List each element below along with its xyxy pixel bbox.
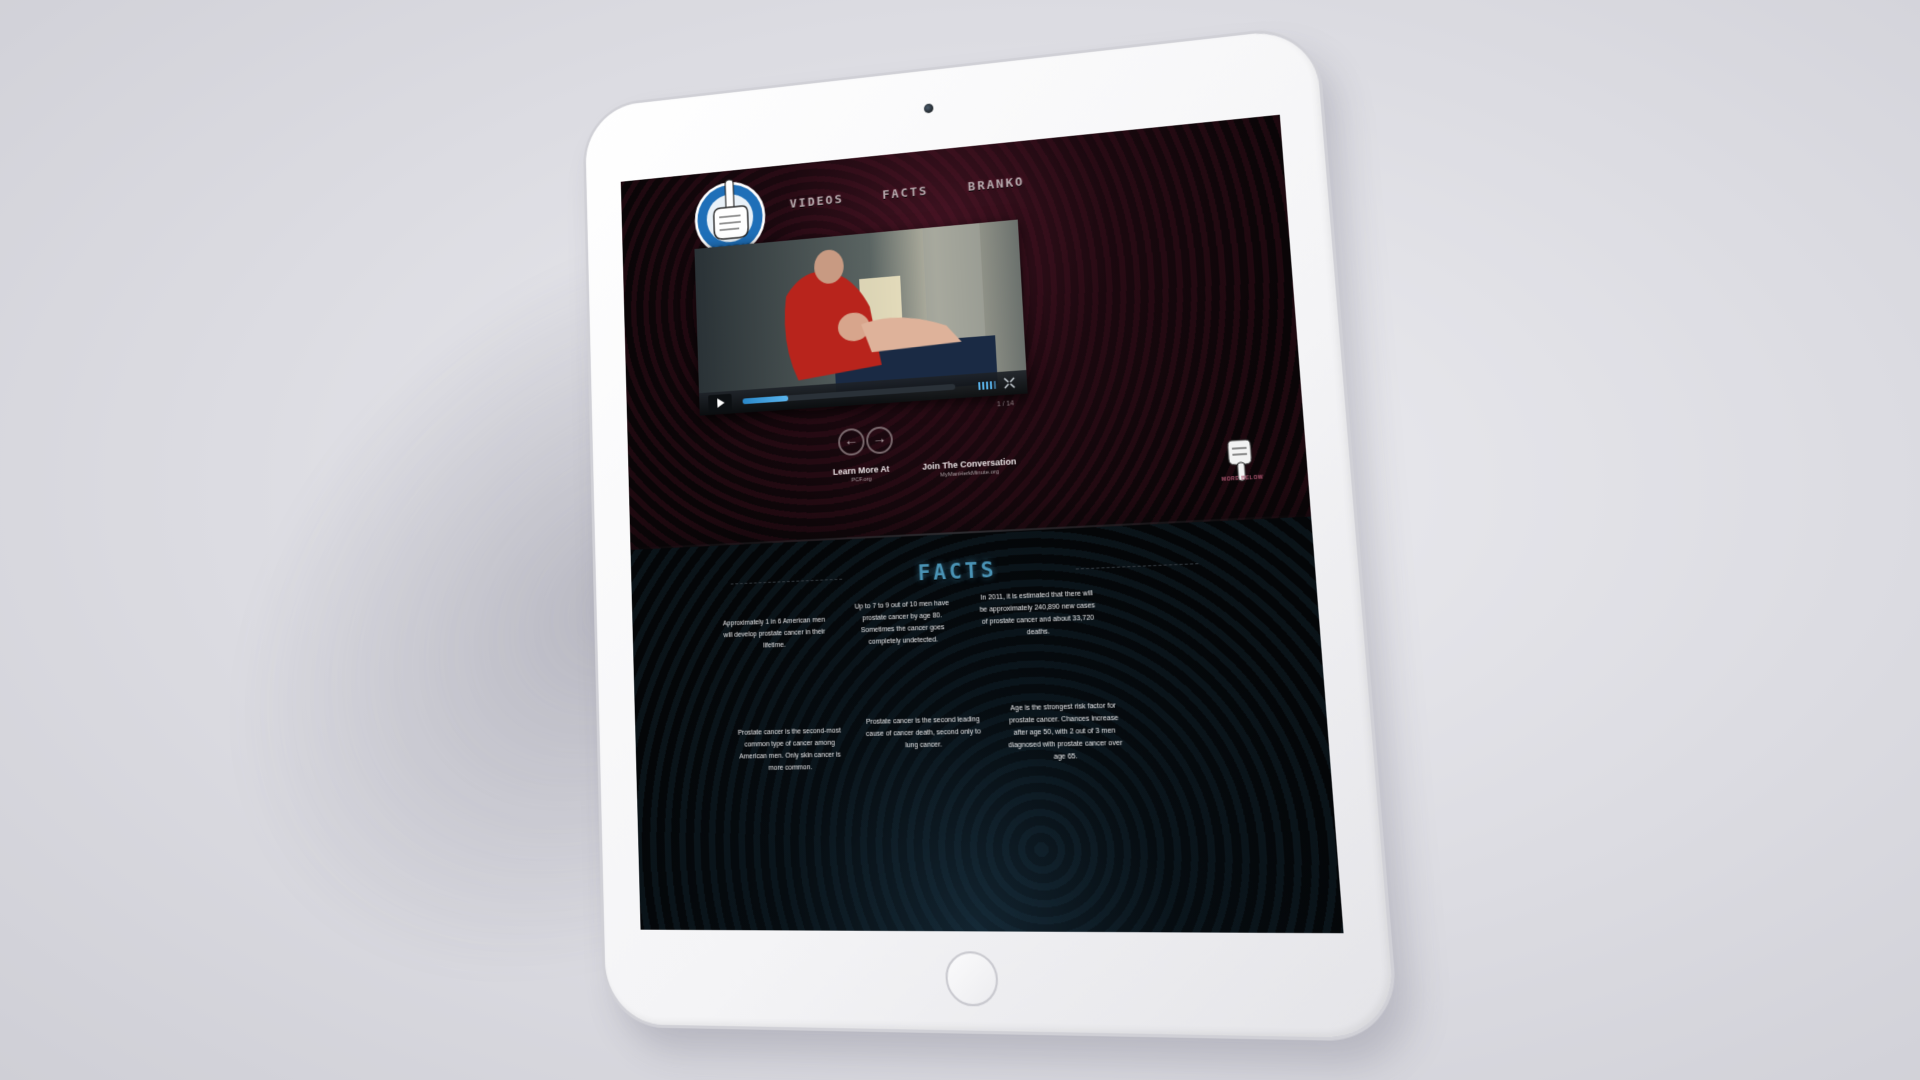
camera-icon — [923, 103, 934, 114]
fact-item: Approximately 1 in 6 American men will d… — [722, 616, 826, 650]
pointing-down-hand-icon[interactable] — [1223, 435, 1258, 494]
product-mockup: PROSTATE CZECH VIDEOS FACTS BRANKO — [0, 0, 1920, 1080]
video-player[interactable] — [694, 219, 1028, 416]
fact-item: In 2011, it is estimated that there will… — [979, 590, 1096, 637]
fact-item: Prostate cancer is the second-most commo… — [737, 727, 841, 772]
fullscreen-icon[interactable] — [1003, 377, 1015, 390]
fact-item: Age is the strongest risk factor for pro… — [1008, 702, 1123, 761]
volume-icon[interactable] — [978, 379, 998, 390]
slide-counter: 1 / 14 — [996, 400, 1015, 409]
tablet-device: PROSTATE CZECH VIDEOS FACTS BRANKO — [584, 26, 1397, 1039]
fact-item: Prostate cancer is the second leading ca… — [865, 716, 982, 750]
arrow-left-icon: ← — [843, 431, 859, 450]
arrow-right-icon: → — [872, 430, 887, 448]
fact-item: Up to 7 to 9 out of 10 men have prostate… — [854, 599, 950, 646]
facts-heading: FACTS — [917, 557, 998, 587]
tablet-screen: PROSTATE CZECH VIDEOS FACTS BRANKO — [620, 114, 1344, 934]
facts-section: FACTS Approximately 1 in 6 American men … — [630, 516, 1344, 934]
home-button[interactable] — [944, 951, 1000, 1007]
play-icon[interactable] — [708, 393, 733, 413]
video-progress-fill — [742, 395, 789, 405]
